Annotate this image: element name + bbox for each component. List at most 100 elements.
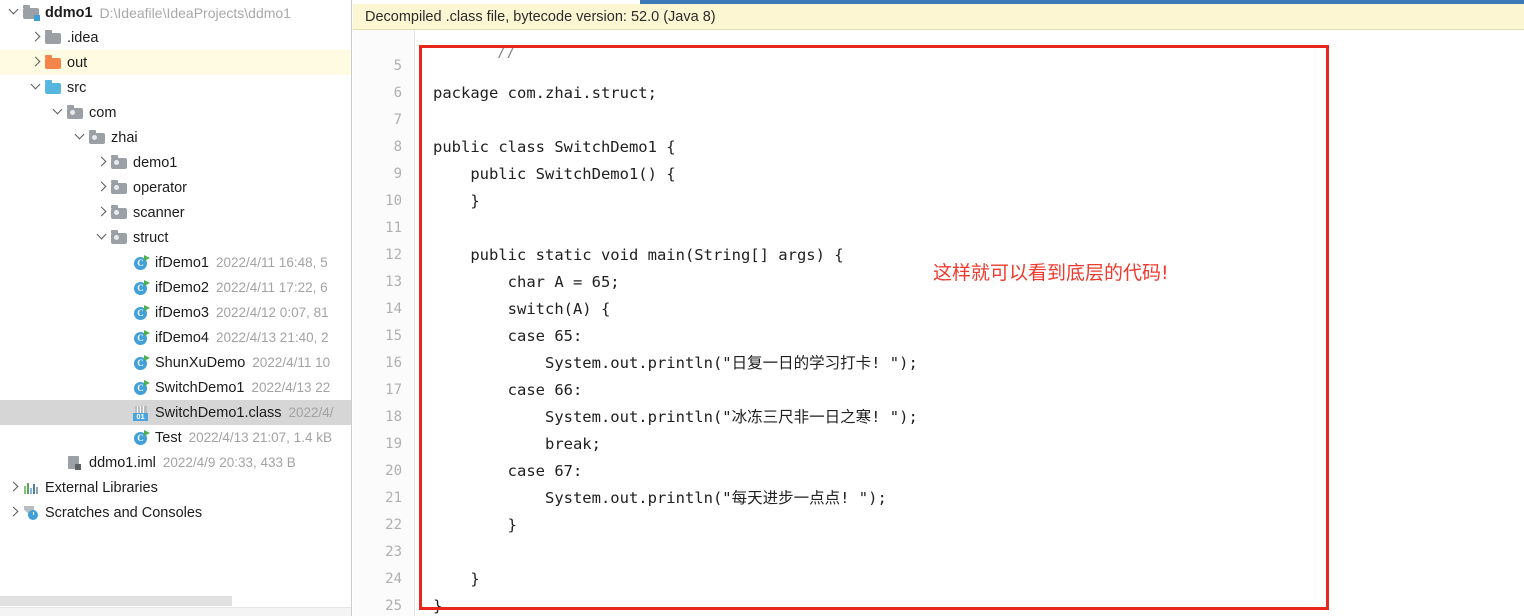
iml-module-file-icon (67, 455, 84, 471)
tree-node-out[interactable]: out (0, 50, 351, 75)
code-line[interactable]: System.out.println("冰冻三尺非一日之寒! "); (433, 404, 918, 431)
tree-node-label: src (67, 79, 87, 96)
code-line[interactable]: package com.zhai.struct; (433, 80, 657, 107)
tree-expand-arrow[interactable] (8, 7, 23, 18)
code-line[interactable]: case 67: (433, 458, 583, 485)
gutter-line-number: 13 (385, 274, 402, 290)
tree-node-label: ddmo1.iml (89, 454, 156, 471)
package-folder-icon (111, 205, 128, 221)
red-annotation-text: 这样就可以看到底层的代码! (933, 262, 1169, 284)
tree-expand-arrow[interactable] (30, 82, 45, 93)
tree-expand-arrow[interactable] (74, 132, 89, 143)
tree-expand-arrow[interactable] (8, 482, 23, 493)
tree-node-meta: 2022/4/ (288, 405, 334, 420)
decompiled-notification-banner[interactable]: Decompiled .class file, bytecode version… (353, 4, 1524, 30)
code-line[interactable]: } (433, 512, 517, 539)
tree-node-label: Test (155, 429, 182, 446)
sidebar-scrollbar-thumb[interactable] (0, 596, 232, 606)
code-line[interactable]: switch(A) { (433, 296, 611, 323)
code-surface[interactable]: // package com.zhai.struct; public class … (416, 30, 1524, 616)
folder-icon (45, 30, 62, 46)
code-line[interactable]: break; (433, 431, 601, 458)
tree-node-meta: 2022/4/11 10 (252, 355, 331, 370)
tree-expand-arrow[interactable] (96, 207, 111, 218)
tree-node-label: ifDemo1 (155, 254, 209, 271)
tree-node-operator[interactable]: operator (0, 175, 351, 200)
package-folder-icon (111, 230, 128, 246)
tree-node-label: out (67, 54, 88, 71)
tree-expand-arrow[interactable] (96, 182, 111, 193)
gutter-line-number: 5 (393, 58, 402, 74)
code-line[interactable]: public class SwitchDemo1 { (433, 134, 676, 161)
java-class-icon: C (133, 329, 150, 346)
gutter-line-number: 16 (385, 355, 402, 371)
tree-node-src[interactable]: src (0, 75, 351, 100)
tree-expand-arrow[interactable] (30, 32, 45, 43)
tree-node-demo1[interactable]: demo1 (0, 150, 351, 175)
tree-node-ifdemo3[interactable]: CifDemo3 2022/4/12 0:07, 81 (0, 300, 351, 325)
editor-area[interactable]: Decompiled .class file, bytecode version… (353, 0, 1524, 616)
code-line[interactable]: public static void main(String[] args) { (433, 242, 843, 269)
code-line[interactable]: char A = 65; (433, 269, 620, 296)
tree-node-label: ddmo1 (45, 4, 93, 21)
code-line[interactable]: } (433, 566, 479, 593)
tree-node-label: zhai (111, 129, 138, 146)
gutter-line-number: 23 (385, 544, 402, 560)
tree-node-switchdemo1[interactable]: C SwitchDemo1 2022/4/13 22 (0, 375, 351, 400)
tree-node-label: SwitchDemo1.class (155, 404, 282, 421)
tree-node-shunxudemo[interactable]: C ShunXuDemo 2022/4/11 10 (0, 350, 351, 375)
tree-node-struct[interactable]: struct (0, 225, 351, 250)
tree-node-ifdemo1[interactable]: CifDemo1 2022/4/11 16:48, 5 (0, 250, 351, 275)
compiled-class-icon: 01 (133, 405, 150, 421)
code-line[interactable]: } (433, 593, 442, 616)
tree-node-ifdemo4[interactable]: CifDemo4 2022/4/13 21:40, 2 (0, 325, 351, 350)
line-number-gutter[interactable]: 5 6 7 8 9 10 11 12 13 14 15 16 17 18 19 20 21 22 23 24 25 (353, 30, 415, 616)
java-class-icon: C (133, 379, 150, 396)
code-line[interactable]: public SwitchDemo1() { (433, 161, 675, 188)
tree-node-meta: 2022/4/9 20:33, 433 B (162, 455, 296, 470)
tree-node-path: D:\Ideafile\IdeaProjects\ddmo1 (99, 4, 291, 21)
tree-node-meta: 2022/4/12 0:07, 81 (216, 305, 329, 320)
code-line[interactable]: System.out.println("每天进步一点点! "); (433, 485, 887, 512)
tree-node-label: struct (133, 229, 169, 246)
tree-node--idea[interactable]: .idea (0, 25, 351, 50)
tree-node-meta: 2022/4/13 21:40, 2 (216, 330, 329, 345)
code-line[interactable]: System.out.println("日复一日的学习打卡! "); (433, 350, 918, 377)
tree-node-label: ifDemo4 (155, 329, 209, 346)
project-tree[interactable]: ddmo1 D:\Ideafile\IdeaProjects\ddmo1 .idea… (0, 0, 351, 525)
tree-expand-arrow[interactable] (52, 107, 67, 118)
tree-expand-arrow[interactable] (8, 507, 23, 518)
gutter-line-number: 21 (385, 490, 402, 506)
gutter-line-number: 10 (385, 193, 402, 209)
tree-node-zhai[interactable]: zhai (0, 125, 351, 150)
tree-node-test[interactable]: C Test 2022/4/13 21:07, 1.4 kB (0, 425, 351, 450)
tree-node-external-libraries[interactable]: External Libraries (0, 475, 351, 500)
tree-node-ddmo1[interactable]: ddmo1 D:\Ideafile\IdeaProjects\ddmo1 (0, 0, 351, 25)
sidebar-horizontal-scrollbar[interactable] (0, 595, 351, 607)
tree-node-ddmo1-iml[interactable]: ddmo1.iml 2022/4/9 20:33, 433 B (0, 450, 351, 475)
gutter-line-number: 7 (393, 112, 402, 128)
tree-node-com[interactable]: com (0, 100, 351, 125)
tree-node-switchdemo1-class[interactable]: 01 SwitchDemo1.class 2022/4/ (0, 400, 351, 425)
package-folder-icon (67, 105, 84, 121)
tree-expand-arrow[interactable] (96, 157, 111, 168)
gutter-line-number: 25 (385, 598, 402, 614)
code-line[interactable]: } (433, 188, 479, 215)
gutter-line-number: 18 (385, 409, 402, 425)
tree-node-label: demo1 (133, 154, 178, 171)
tree-expand-arrow[interactable] (30, 57, 45, 68)
output-folder-icon (45, 55, 62, 71)
tree-expand-arrow[interactable] (96, 232, 111, 243)
external-libraries-icon (23, 480, 40, 496)
package-folder-icon (111, 180, 128, 196)
gutter-line-number: 24 (385, 571, 402, 587)
java-class-icon: C (133, 354, 150, 371)
tree-node-ifdemo2[interactable]: CifDemo2 2022/4/11 17:22, 6 (0, 275, 351, 300)
project-tool-window[interactable]: ddmo1 D:\Ideafile\IdeaProjects\ddmo1 .idea… (0, 0, 352, 616)
code-line[interactable]: case 66: (433, 377, 583, 404)
tree-node-scanner[interactable]: scanner (0, 200, 351, 225)
code-line[interactable]: case 65: (433, 323, 583, 350)
tree-node-scratches-and-consoles[interactable]: Scratches and Consoles (0, 500, 351, 525)
tree-node-label: External Libraries (45, 479, 158, 496)
gutter-line-number: 8 (393, 139, 402, 155)
